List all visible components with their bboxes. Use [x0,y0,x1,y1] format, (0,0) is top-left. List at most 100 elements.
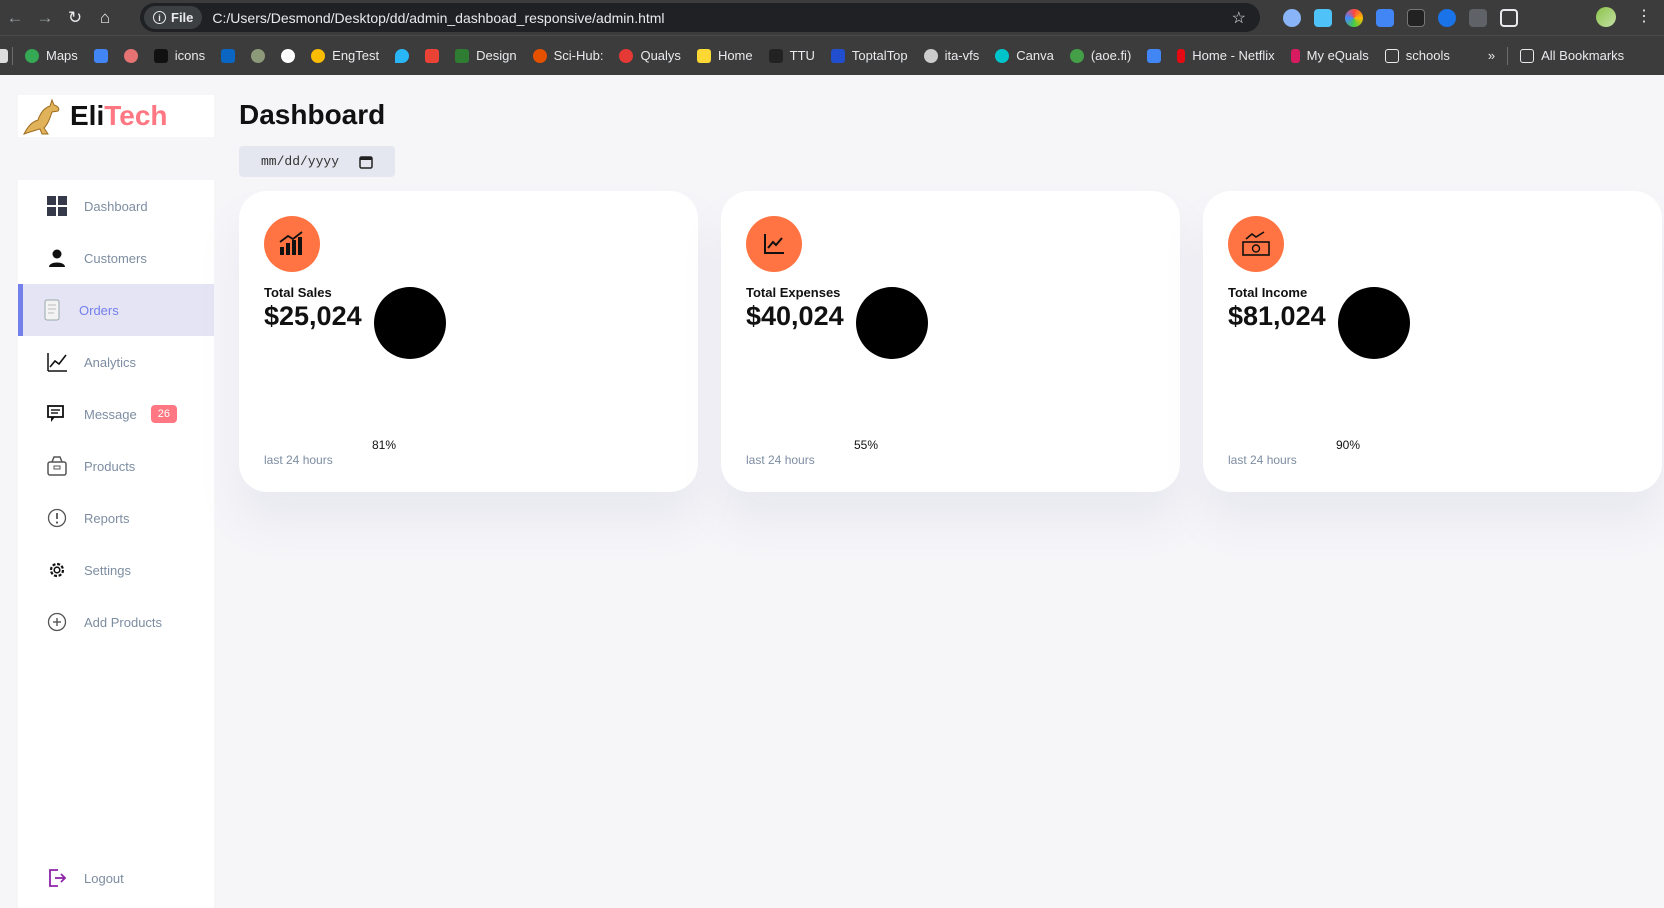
progress-circle [1338,287,1410,359]
address-bar[interactable]: i File C:/Users/Desmond/Desktop/dd/admin… [140,3,1260,32]
bookmark-home[interactable]: Home [689,48,761,63]
drop-icon [395,48,410,63]
more-bookmarks-icon[interactable]: » [1480,48,1503,63]
all-bookmarks[interactable]: All Bookmarks [1512,48,1632,63]
gem-extension-icon[interactable] [1314,8,1332,27]
vpn-extension-icon[interactable] [1438,8,1456,27]
cursor-extension-icon[interactable] [1469,8,1487,27]
bookmark-schools[interactable]: schools [1377,48,1458,63]
bookmark-docs[interactable] [1139,48,1169,63]
forward-icon[interactable]: → [30,3,60,33]
message-icon [46,403,68,425]
bookmark-link[interactable] [116,48,146,63]
person-icon [46,247,68,269]
folder-icon [1520,48,1535,63]
sidebar-item-settings[interactable]: Settings [18,544,214,596]
puzzle-icon[interactable] [1500,8,1518,27]
bookmark-ttu[interactable]: TTU [761,48,823,63]
color-extension-icon[interactable] [1345,8,1363,27]
bookmark-aoe[interactable]: (aoe.fi) [1062,48,1139,63]
card-subtext: last 24 hours [1228,453,1297,467]
bookmark-scihub[interactable]: Sci-Hub: [525,48,612,63]
bookmark-canva[interactable]: Canva [987,48,1062,63]
bookmark-linkedin[interactable] [213,48,243,63]
progress-percent: 81% [372,438,397,452]
sidebar-item-reports[interactable]: Reports [18,492,214,544]
back-icon[interactable]: ← [0,3,30,33]
bookmark-google[interactable] [273,48,303,63]
bookmark-label: Qualys [640,48,681,63]
bookmark-engtest[interactable]: EngTest [303,48,387,63]
logo[interactable]: EliTech [18,95,214,137]
file-chip-label: File [171,10,194,25]
extensions-area [1283,0,1518,35]
bookmark-netflix[interactable]: Home - Netflix [1169,48,1282,63]
profile-avatar[interactable] [1596,7,1616,27]
receipt-icon [41,299,63,321]
sidebar-item-label: Products [84,458,136,474]
bookmark-design[interactable]: Design [447,48,524,63]
sidebar-item-products[interactable]: Products [18,440,214,492]
bookmark-seal[interactable] [243,48,273,63]
bookmarks-divider [1507,46,1509,65]
apps-icon[interactable] [0,48,8,63]
home-site-icon [696,48,711,63]
maps-icon [25,48,39,63]
bookmark-translate[interactable] [86,48,116,63]
card-value: $40,024 [746,301,844,331]
linkedin-icon [221,48,236,63]
bookmark-label: icons [174,48,206,63]
translate-extension-icon[interactable] [1376,8,1394,27]
box-icon [46,455,68,477]
sidebar-item-customers[interactable]: Customers [18,232,214,284]
sidebar-item-analytics[interactable]: Analytics [18,336,214,388]
browser-menu-icon[interactable]: ⋮ [1636,6,1652,26]
reload-icon[interactable]: ↻ [60,3,90,33]
sidebar: EliTech Dashboard Customers Orders Analy… [18,95,214,908]
browser-toolbar: ← → ↻ ⌂ i File C:/Users/Desmond/Desktop/… [0,0,1664,35]
sidebar-item-add-products[interactable]: Add Products [18,596,214,648]
bookmark-label: (aoe.fi) [1090,48,1132,63]
sidebar-item-dashboard[interactable]: Dashboard [18,180,214,232]
bookmark-maps[interactable]: Maps [17,48,86,63]
bookmark-equals[interactable]: My eQuals [1283,48,1377,63]
sidebar-item-orders[interactable]: Orders [18,284,214,336]
sidebar-item-logout[interactable]: Logout [18,852,214,904]
url-text[interactable]: C:/Users/Desmond/Desktop/dd/admin_dashbo… [212,10,664,26]
bookmark-star-icon[interactable]: ☆ [1232,8,1246,28]
bookmark-toptal[interactable]: ToptalTop [823,48,916,63]
react-extension-icon[interactable] [1283,8,1301,27]
play-icon [1069,48,1084,63]
date-input[interactable]: mm/dd/yyyy [239,146,395,177]
bookmark-label: Maps [46,48,78,63]
sidebar-item-label: Message [84,406,137,422]
gear-icon [46,559,68,581]
bookmark-icons[interactable]: icons [146,48,213,63]
report-icon [46,507,68,529]
home-icon[interactable]: ⌂ [90,3,120,33]
bookmark-ita-vfs[interactable]: ita-vfs [916,48,988,63]
sidebar-item-label: Logout [84,870,124,886]
google-icon [281,48,296,63]
card-subtext: last 24 hours [264,453,333,467]
link-icon [123,48,138,63]
canva-icon [995,48,1010,63]
total-expenses-card: Total Expenses $40,024 55% last 24 hours [721,191,1180,492]
brand-part-eli: Eli [70,100,105,131]
icons-site-icon [153,48,168,63]
file-chip[interactable]: i File [144,6,203,29]
bookmark-qualys[interactable]: Qualys [611,48,688,63]
bookmark-drop[interactable] [387,48,417,63]
calendar-icon[interactable] [359,155,373,169]
devtools-extension-icon[interactable] [1407,8,1425,27]
bookmarks-bar: Maps icons EngTest Design Sci-Hub: Qualy… [0,35,1664,75]
bookmark-gmail[interactable] [417,48,447,63]
sidebar-item-label: Orders [79,302,119,318]
sidebar-item-message[interactable]: Message 26 [18,388,214,440]
sidebar-item-label: Analytics [84,354,137,370]
sidebar-menu: Dashboard Customers Orders Analytics Mes… [18,180,214,908]
equals-icon [1290,48,1300,63]
sidebar-item-label: Settings [84,562,131,578]
design-icon [455,48,470,63]
date-placeholder: mm/dd/yyyy [261,154,340,169]
